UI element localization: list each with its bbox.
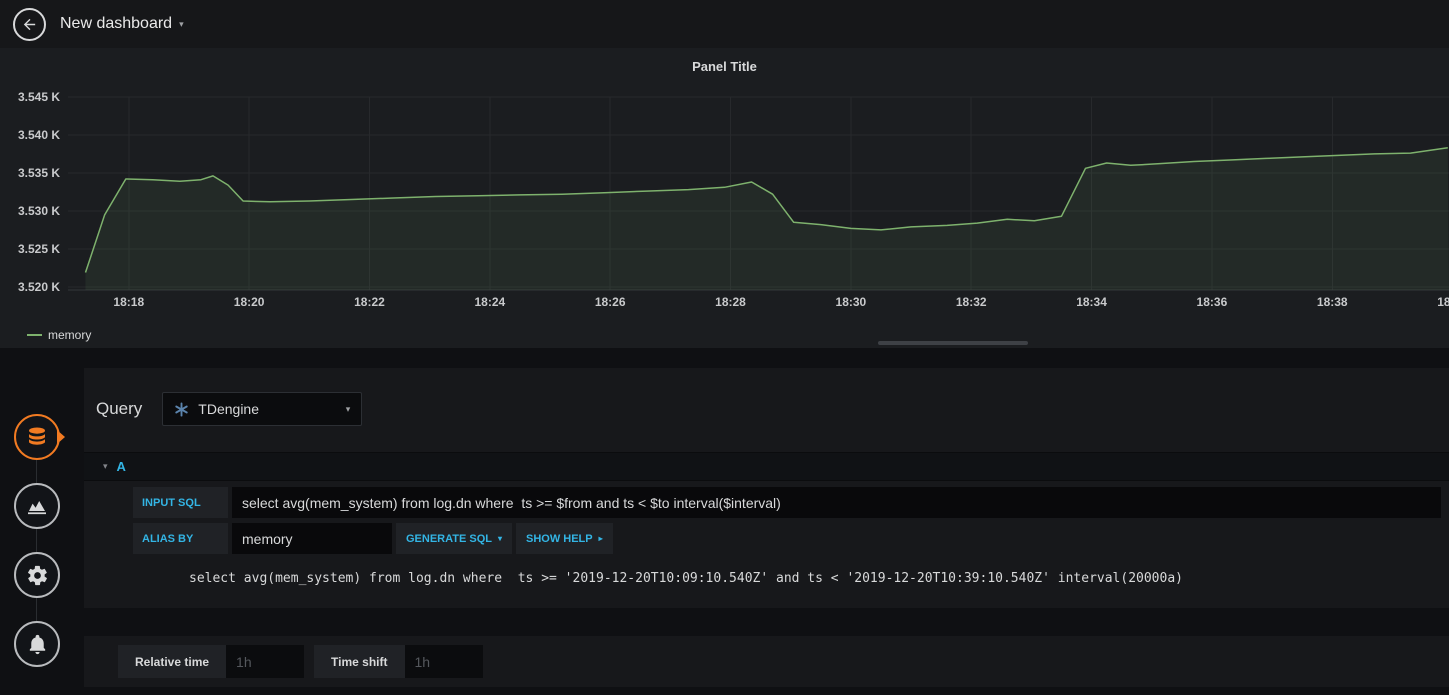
- x-axis-tick-label: 18:18: [113, 295, 144, 309]
- top-navbar: New dashboard ▾: [0, 0, 1449, 48]
- relative-time-label: Relative time: [118, 645, 227, 678]
- graph-panel: Panel Title 3.545 K 3.540 K 3.535 K 3.530 K…: [0, 48, 1449, 348]
- x-axis-tick-label: 18:22: [354, 295, 385, 309]
- dashboard-title: New dashboard: [60, 15, 173, 32]
- legend-series-label: memory: [48, 328, 92, 342]
- alias-by-field[interactable]: [232, 523, 392, 554]
- query-section-title: Query: [96, 399, 143, 418]
- sidebar-item-visualization[interactable]: [14, 483, 60, 529]
- chevron-right-icon: ▸: [598, 533, 603, 543]
- dashboard-title-dropdown[interactable]: New dashboard ▾: [60, 15, 184, 33]
- chevron-down-icon: ▾: [497, 533, 502, 543]
- y-axis-tick-label: 3.530 K: [18, 204, 60, 218]
- chevron-down-icon: ▾: [345, 403, 351, 414]
- generate-sql-button[interactable]: GENERATE SQL ▾: [396, 523, 512, 554]
- x-axis-tick-label: 18:26: [595, 295, 626, 309]
- x-axis-tick-label: 18:30: [836, 295, 867, 309]
- panel-editor: Query TDengine ▾ ▾ A INPUT SQL select av…: [0, 348, 1449, 695]
- query-options-row: Relative time Time shift: [84, 636, 1449, 687]
- series-area: [85, 147, 1449, 290]
- x-axis-tick-label: 18:36: [1197, 295, 1228, 309]
- x-axis-tick-label: 18:32: [956, 295, 987, 309]
- x-axis-tick-label: 18:28: [715, 295, 746, 309]
- chevron-down-icon: ▾: [103, 461, 108, 471]
- tdengine-logo-icon: [174, 401, 189, 417]
- y-axis-tick-label: 3.520 K: [18, 280, 60, 294]
- y-axis-tick-label: 3.525 K: [18, 242, 60, 256]
- panel-title[interactable]: Panel Title: [0, 48, 1449, 74]
- input-sql-label: INPUT SQL: [133, 487, 228, 518]
- x-axis-tick-label: 18:40: [1437, 295, 1449, 309]
- show-help-button[interactable]: SHOW HELP ▸: [516, 523, 613, 554]
- input-sql-field[interactable]: [232, 487, 1441, 518]
- input-sql-row: INPUT SQL: [133, 487, 1441, 518]
- graph-icon: [25, 494, 49, 518]
- y-axis-tick-label: 3.540 K: [18, 128, 60, 142]
- query-ref-id: A: [116, 459, 126, 474]
- legend-series-marker: [27, 334, 42, 336]
- x-axis-tick-label: 18:24: [474, 295, 505, 309]
- timeseries-chart[interactable]: 3.545 K 3.540 K 3.535 K 3.530 K 3.525 K 3.520…: [0, 78, 1449, 333]
- query-row-header[interactable]: ▾ A: [84, 452, 1449, 481]
- bell-icon: [26, 633, 49, 656]
- database-icon: [25, 425, 49, 449]
- sidebar-item-queries[interactable]: [14, 414, 60, 460]
- legend-item[interactable]: memory: [27, 328, 91, 342]
- alias-by-label: ALIAS BY: [133, 523, 228, 554]
- sidebar-item-general[interactable]: [14, 552, 60, 598]
- chart-legend: memory: [27, 328, 91, 342]
- time-shift-field[interactable]: [404, 645, 483, 678]
- time-shift-label: Time shift: [314, 645, 405, 678]
- query-card: Query TDengine ▾ ▾ A INPUT SQL select av…: [84, 368, 1449, 608]
- arrow-left-icon: [21, 16, 38, 33]
- sidebar-item-alert[interactable]: [14, 621, 60, 667]
- y-axis-tick-label: 3.535 K: [18, 166, 60, 180]
- gear-icon: [26, 564, 49, 587]
- back-button[interactable]: [13, 7, 46, 41]
- chevron-down-icon: ▾: [179, 18, 184, 29]
- x-axis-tick-label: 18:34: [1076, 295, 1107, 309]
- alias-by-row: ALIAS BY GENERATE SQL ▾ SHOW HELP ▸: [133, 523, 1441, 554]
- editor-sidebar: [0, 348, 84, 695]
- generated-sql-preview: select avg(mem_system) from log.dn where…: [189, 571, 1183, 586]
- x-axis-tick-label: 18:38: [1317, 295, 1348, 309]
- generate-sql-label: GENERATE SQL: [406, 532, 492, 545]
- relative-time-field[interactable]: [226, 645, 305, 678]
- show-help-label: SHOW HELP: [526, 532, 593, 545]
- horizontal-scrollbar[interactable]: [878, 341, 1028, 345]
- datasource-picker[interactable]: TDengine ▾: [162, 392, 363, 426]
- datasource-name: TDengine: [198, 401, 259, 417]
- x-axis-tick-label: 18:20: [234, 295, 265, 309]
- y-axis-tick-label: 3.545 K: [18, 90, 60, 104]
- query-editor: Query TDengine ▾ ▾ A INPUT SQL select av…: [84, 348, 1449, 695]
